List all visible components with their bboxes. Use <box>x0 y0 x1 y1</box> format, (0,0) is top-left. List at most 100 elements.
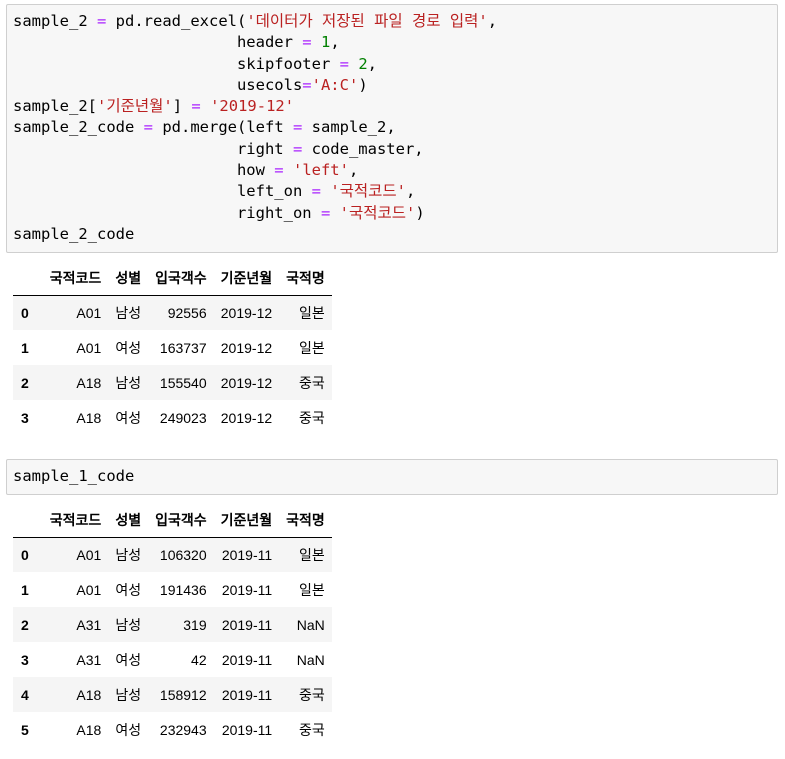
table-row: 1 A01 여성 163737 2019-12 일본 <box>13 330 332 365</box>
operator-token: = <box>311 182 321 201</box>
table-cell: 163737 <box>159 339 207 356</box>
code-token: sample_2, <box>302 118 396 137</box>
operator-token: = <box>302 33 312 52</box>
operator-token: = <box>191 97 201 116</box>
column-header: 기준년월 <box>213 262 280 296</box>
code-editor[interactable]: sample_1_code <box>7 460 777 493</box>
table-cell: A18 <box>76 409 102 426</box>
table-cell: 남성 <box>115 374 142 391</box>
code-token: skipfooter <box>13 54 340 73</box>
string-token: '국적코드' <box>339 203 416 222</box>
table-cell: 여성 <box>115 651 142 668</box>
table-cell: A31 <box>76 616 102 633</box>
string-token: '국적코드' <box>330 182 407 201</box>
string-token: '기준년월' <box>97 97 173 116</box>
code-line: sample_1_code <box>13 467 134 485</box>
table-cell: 2019-11 <box>221 581 273 598</box>
table-cell: 2019-12 <box>220 374 273 391</box>
index-header <box>13 262 43 296</box>
table-row: 4 A18 남성 158912 2019-11 중국 <box>13 677 332 712</box>
table-header-row: 국적코드 성별 입국객수 기준년월 국적명 <box>13 504 332 538</box>
code-token: sample_2 <box>13 12 97 30</box>
code-token: right <box>13 139 293 158</box>
table-row: 3 A31 여성 42 2019-11 NaN <box>13 642 332 677</box>
operator-token: = <box>292 139 303 158</box>
table-cell: 249023 <box>159 409 207 426</box>
index-header <box>13 504 43 538</box>
column-header: 성별 <box>108 504 149 538</box>
table-cell: 중국 <box>299 686 325 703</box>
code-line: how = 'left', <box>13 161 358 179</box>
code-token: header <box>13 33 303 52</box>
table-cell: 2019-11 <box>221 721 273 738</box>
row-index: 3 <box>21 651 29 668</box>
string-token: '데이터가 저장된 파일 경로 입력' <box>246 12 488 30</box>
code-token: left_on <box>13 182 312 201</box>
table-row: 0 A01 남성 106320 2019-11 일본 <box>13 537 332 572</box>
table-cell: 2019-12 <box>220 304 273 321</box>
table-cell: A18 <box>76 686 102 703</box>
dataframe-output-2: 국적코드 성별 입국객수 기준년월 국적명 0 A01 남성 106320 2019-11 일본 1… <box>13 504 332 747</box>
table-cell: 106320 <box>159 546 207 563</box>
table-cell: 2019-12 <box>220 409 273 426</box>
table-cell: A01 <box>76 581 102 598</box>
row-index: 0 <box>21 304 29 321</box>
table-cell: A18 <box>76 721 102 738</box>
operator-token: = <box>292 118 303 137</box>
operator-token: = <box>274 161 284 180</box>
operator-token: = <box>302 75 312 94</box>
row-index: 2 <box>21 374 29 391</box>
table-cell: 158912 <box>159 686 207 703</box>
table-cell: 여성 <box>115 339 142 356</box>
table-cell: 일본 <box>299 546 325 563</box>
column-header: 국적명 <box>279 262 332 296</box>
table-cell: 191436 <box>159 581 207 598</box>
string-token: '2019-12' <box>210 97 295 116</box>
code-line: sample_2 = pd.read_excel('데이터가 저장된 파일 경로… <box>13 12 497 30</box>
code-token: pd.read_excel( <box>106 12 247 30</box>
table-cell: NaN <box>296 616 325 633</box>
table-cell: 일본 <box>299 304 325 321</box>
table-cell: 남성 <box>115 546 142 563</box>
code-token: sample_2_code <box>13 118 144 137</box>
code-line: sample_2_code = pd.merge(left = sample_2… <box>13 118 396 136</box>
code-cell-2[interactable]: sample_1_code <box>6 459 778 495</box>
row-index: 2 <box>21 616 29 633</box>
string-token: 'left' <box>292 161 349 180</box>
table-header-row: 국적코드 성별 입국객수 기준년월 국적명 <box>13 262 332 296</box>
table-cell: 중국 <box>299 374 325 391</box>
code-token: ] <box>172 97 192 116</box>
column-header: 입국객수 <box>148 262 214 296</box>
row-index: 4 <box>21 686 29 703</box>
table-cell: 92556 <box>167 304 207 321</box>
code-line: skipfooter = 2, <box>13 55 377 73</box>
table-cell: 여성 <box>115 581 142 598</box>
code-editor[interactable]: sample_2 = pd.read_excel('데이터가 저장된 파일 경로… <box>7 5 777 251</box>
code-token: sample_2[ <box>13 97 97 116</box>
table-cell: A01 <box>76 546 102 563</box>
string-token: 'A:C' <box>311 75 359 94</box>
table-cell: 155540 <box>159 374 207 391</box>
code-line: sample_2_code <box>13 225 134 243</box>
code-token: , <box>348 161 359 180</box>
column-header: 국적코드 <box>42 262 109 296</box>
operator-token: = <box>97 12 107 30</box>
table-cell: 남성 <box>115 304 142 321</box>
table-row: 2 A31 남성 319 2019-11 NaN <box>13 607 332 642</box>
table-row: 3 A18 여성 249023 2019-12 중국 <box>13 400 332 435</box>
table-cell: NaN <box>296 651 325 668</box>
table-row: 1 A01 여성 191436 2019-11 일본 <box>13 572 332 607</box>
code-cell-1[interactable]: sample_2 = pd.read_excel('데이터가 저장된 파일 경로… <box>6 4 778 253</box>
table-cell: 2019-11 <box>221 651 273 668</box>
table-row: 5 A18 여성 232943 2019-11 중국 <box>13 712 332 747</box>
code-line: sample_2['기준년월'] = '2019-12' <box>13 97 294 115</box>
code-token: sample_2_code <box>13 224 135 243</box>
operator-token: = <box>339 54 349 73</box>
operator-token: = <box>143 118 153 137</box>
column-header: 기준년월 <box>213 504 280 538</box>
